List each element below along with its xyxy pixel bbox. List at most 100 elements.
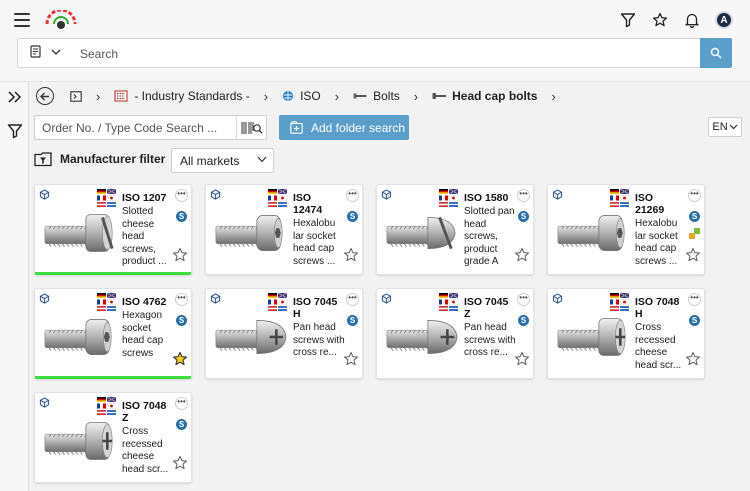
supplier-s-icon: S [689,211,700,222]
filter-icon[interactable] [618,10,638,30]
favorite-star-icon[interactable] [343,247,359,263]
product-card[interactable]: ISO 7048 Z Cross recessed cheese head sc… [34,392,192,483]
chevron-down-icon [257,156,267,163]
breadcrumb-separator: › [334,88,340,104]
search-button[interactable] [700,38,732,68]
add-folder-search-label: Add folder search [311,120,406,135]
more-options-button[interactable]: ••• [517,293,530,306]
manufacturer-folder-icon [34,152,52,167]
3d-model-icon [210,189,221,200]
breadcrumb-separator: › [96,88,101,104]
bolt-thumbnail-image [386,216,456,250]
user-avatar[interactable]: A [714,10,734,30]
product-title: ISO 7045 H [293,296,338,320]
product-card[interactable]: ISO 7045 Z Pan head screws with cross re… [376,288,534,379]
product-description: Cross recessed cheese head scr... [635,322,682,371]
more-options-button[interactable]: ••• [175,397,188,410]
product-card[interactable]: ISO 12474 Hexalobu lar socket head cap s… [205,184,363,275]
head-cap-bolt-icon [432,93,447,99]
breadcrumb-label: - Industry Standards - [134,89,250,103]
order-number-search [34,115,267,140]
more-options-button[interactable]: ••• [346,189,359,202]
manufacturer-filter: Manufacturer filter [34,151,165,167]
back-button[interactable] [36,87,54,105]
breadcrumb-item-head-cap-bolts[interactable]: Head cap bolts [432,89,537,103]
breadcrumb-separator: › [263,88,269,104]
3d-model-icon [39,293,50,304]
breadcrumb-label: Bolts [373,89,400,103]
menu-icon[interactable] [14,13,30,27]
product-card[interactable]: ISO 1207 Slotted cheese head screws, pro… [34,184,192,275]
more-options-button[interactable]: ••• [688,293,701,306]
supplier-s-icon: S [347,315,358,326]
breadcrumb-item-bolts[interactable]: Bolts [353,89,400,103]
chevron-down-icon [729,124,738,130]
breadcrumb: › - Industry Standards - › ISO › Bolts ›… [36,85,570,107]
product-description: Slotted pan head screws, product grade A [464,206,515,267]
supplier-s-icon: S [347,211,358,222]
favorite-star-icon[interactable] [514,351,530,367]
breadcrumb-root[interactable] [70,90,82,102]
variant-icon [689,228,700,239]
favorite-star-icon[interactable] [685,247,701,263]
favorite-star-icon[interactable] [685,351,701,367]
barcode-scan-button[interactable] [236,116,266,139]
favorite-star-icon[interactable] [172,247,188,263]
supplier-s-icon: S [176,419,187,430]
product-card[interactable]: ISO 7048 H Cross recessed cheese head sc… [547,288,705,379]
product-card[interactable]: ISO 4762 Hexagon socket head cap screws … [34,288,192,379]
top-bar: A [0,0,750,82]
language-label: EN [712,121,728,133]
product-description: Pan head screws with cross re... [293,322,345,358]
product-title: ISO 1580 [464,192,509,204]
breadcrumb-item-industry-standards[interactable]: - Industry Standards - [114,89,250,103]
3d-model-icon [210,293,221,304]
more-options-button[interactable]: ••• [175,293,188,306]
product-card[interactable]: ISO 1580 Slotted pan head screws, produc… [376,184,534,275]
catalog-root-icon [70,90,82,102]
order-number-input[interactable] [42,120,232,136]
more-options-button[interactable]: ••• [688,189,701,202]
filter-panel-icon[interactable] [6,122,24,140]
more-options-button[interactable]: ••• [346,293,359,306]
add-folder-search-button[interactable]: Add folder search [279,115,409,140]
supplier-s-icon: S [176,211,187,222]
bolt-thumbnail-image [557,215,625,251]
product-title: ISO 7048 Z [122,400,167,424]
product-description: Pan head screws with cross re... [464,322,516,358]
product-title: ISO 12474 [293,192,323,216]
favorite-star-icon[interactable] [172,455,188,471]
search-input[interactable] [80,44,680,64]
3d-model-icon [39,397,50,408]
product-title: ISO 7048 H [635,296,680,320]
3d-model-icon [381,293,392,304]
breadcrumb-label: ISO [300,89,321,103]
more-options-button[interactable]: ••• [517,189,530,202]
supplier-s-icon: S [518,315,529,326]
more-options-button[interactable]: ••• [175,189,188,202]
product-description: Hexagon socket head cap screws [122,310,164,359]
search-scope-selector[interactable] [30,45,61,58]
markets-dropdown[interactable]: All markets [171,148,274,173]
product-card[interactable]: ISO 21269 Hexalobu lar socket head cap s… [547,184,705,275]
product-title: ISO 7045 Z [464,296,509,320]
product-title: ISO 1207 [122,192,167,204]
product-card[interactable]: ISO 7045 H Pan head screws with cross re… [205,288,363,379]
expand-sidebar-icon[interactable] [6,88,24,106]
add-folder-icon [290,121,303,134]
bolt-thumbnail-image [44,214,114,252]
favorite-star-icon[interactable] [172,351,188,367]
favorite-star-icon[interactable] [514,247,530,263]
avatar: A [715,11,733,29]
star-icon[interactable] [650,10,670,30]
breadcrumb-separator: › [413,88,419,104]
barcode-search-icon [241,121,262,134]
language-selector[interactable]: EN [708,117,742,137]
supplier-s-icon: S [518,211,529,222]
iso-globe-icon [283,91,294,101]
bell-icon[interactable] [682,10,702,30]
bolt-thumbnail-image [557,318,626,356]
favorite-star-icon[interactable] [343,351,359,367]
breadcrumb-separator[interactable]: › [551,89,555,104]
breadcrumb-item-iso[interactable]: ISO [282,89,321,103]
